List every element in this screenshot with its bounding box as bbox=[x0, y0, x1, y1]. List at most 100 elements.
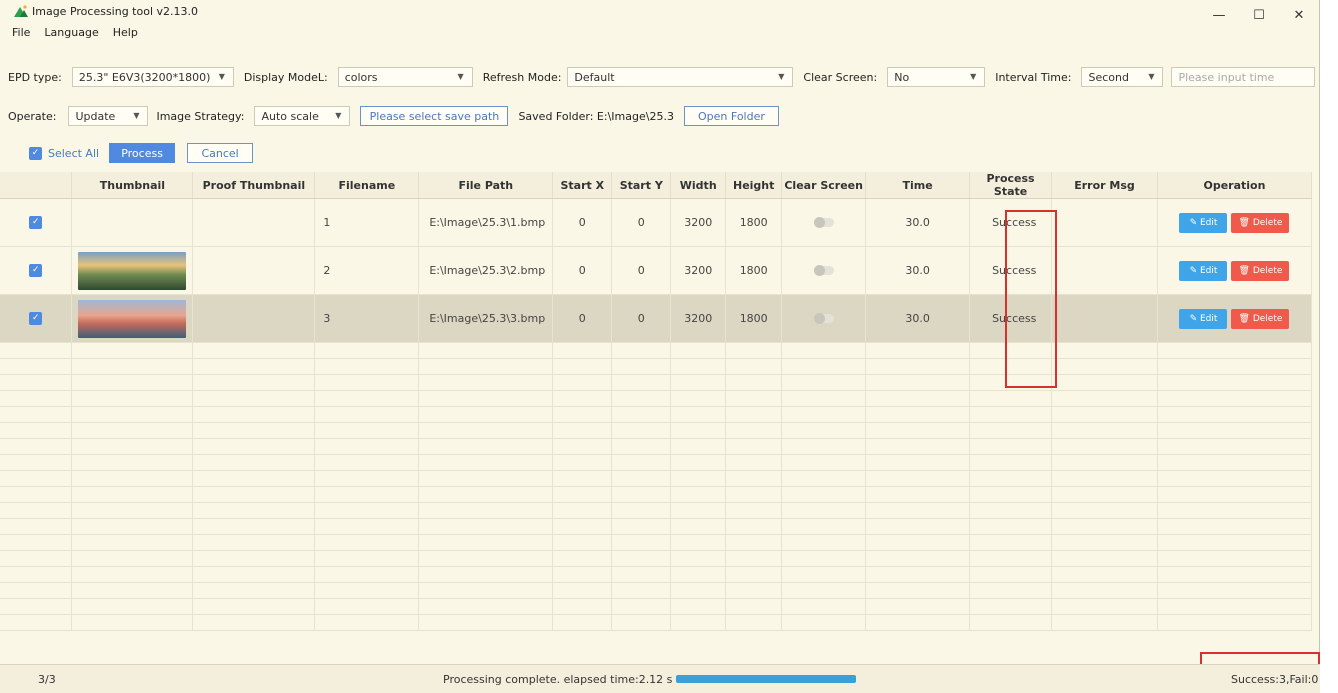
clear-screen-toggle[interactable] bbox=[813, 313, 834, 324]
minimize-button[interactable]: — bbox=[1199, 0, 1239, 30]
clear-screen-select[interactable]: No ▼ bbox=[887, 67, 986, 87]
close-button[interactable]: ✕ bbox=[1279, 0, 1319, 30]
col-header-check bbox=[0, 172, 73, 199]
empty-row bbox=[0, 534, 1313, 551]
table-header-row: Thumbnail Proof Thumbnail Filename File … bbox=[0, 172, 1313, 199]
delete-button[interactable]: 🗑 Delete bbox=[1231, 308, 1290, 329]
clear-screen-toggle[interactable] bbox=[813, 217, 834, 228]
thumbnail-cell bbox=[71, 198, 194, 247]
time-cell: 30.0 bbox=[865, 294, 971, 343]
process-button[interactable]: Process bbox=[109, 143, 176, 163]
empty-row bbox=[0, 390, 1313, 407]
refresh-mode-select[interactable]: Default ▼ bbox=[567, 67, 794, 87]
table-row[interactable]: ✓ 2 E:\Image\25.3\2.bmp 0 0 3200 1800 30… bbox=[0, 246, 1313, 295]
empty-row bbox=[0, 470, 1313, 487]
interval-time-label: Interval Time: bbox=[995, 70, 1072, 84]
width-cell: 3200 bbox=[670, 198, 727, 247]
col-header-proof-thumbnail[interactable]: Proof Thumbnail bbox=[192, 172, 316, 199]
edit-button[interactable]: ✎ Edit bbox=[1179, 212, 1228, 233]
empty-row bbox=[0, 358, 1313, 375]
chevron-down-icon: ▼ bbox=[133, 111, 140, 120]
trash-icon: 🗑 bbox=[1238, 313, 1253, 324]
start-y-cell: 0 bbox=[611, 198, 672, 247]
col-header-clear-screen[interactable]: Clear Screen bbox=[781, 172, 867, 199]
row-count: 3/3 bbox=[38, 673, 56, 686]
col-header-start-x[interactable]: Start X bbox=[552, 172, 613, 199]
height-cell: 1800 bbox=[725, 246, 783, 295]
operate-select[interactable]: Update ▼ bbox=[68, 106, 149, 126]
title-bar: Image Processing tool v2.13.0 bbox=[0, 0, 1319, 22]
cancel-button[interactable]: Cancel bbox=[187, 143, 254, 163]
col-header-operation[interactable]: Operation bbox=[1157, 172, 1313, 199]
select-all-checkbox[interactable]: ✓ bbox=[29, 146, 42, 160]
maximize-button[interactable]: ☐ bbox=[1239, 0, 1279, 30]
menu-bar: File Language Help bbox=[0, 22, 1319, 42]
start-y-cell: 0 bbox=[611, 246, 672, 295]
empty-row bbox=[0, 422, 1313, 439]
epd-type-label: EPD type: bbox=[8, 70, 62, 84]
delete-button[interactable]: 🗑 Delete bbox=[1231, 212, 1290, 233]
col-header-thumbnail[interactable]: Thumbnail bbox=[71, 172, 194, 199]
open-folder-button[interactable]: Open Folder bbox=[683, 106, 779, 126]
table-row[interactable]: ✓ 3 E:\Image\25.3\3.bmp 0 0 3200 1800 30… bbox=[0, 294, 1313, 343]
chevron-down-icon: ▼ bbox=[970, 72, 977, 81]
proof-thumbnail-cell bbox=[192, 294, 316, 343]
delete-button[interactable]: 🗑 Delete bbox=[1231, 260, 1290, 281]
app-logo-icon bbox=[14, 5, 28, 17]
edit-button[interactable]: ✎ Edit bbox=[1179, 308, 1228, 329]
chevron-down-icon: ▼ bbox=[335, 111, 342, 120]
row-checkbox[interactable]: ✓ bbox=[29, 216, 43, 229]
time-cell: 30.0 bbox=[865, 246, 971, 295]
col-header-file-path[interactable]: File Path bbox=[418, 172, 554, 199]
saved-folder-text: Saved Folder: E:\Image\25.3 bbox=[518, 109, 674, 123]
interval-time-input[interactable]: Please input time bbox=[1171, 67, 1316, 87]
pencil-icon: ✎ bbox=[1189, 265, 1200, 276]
filename-cell: 1 bbox=[314, 198, 420, 247]
file-path-cell: E:\Image\25.3\2.bmp bbox=[418, 246, 554, 295]
empty-row bbox=[0, 614, 1313, 631]
thumbnail-image bbox=[78, 251, 187, 290]
epd-type-select[interactable]: 25.3" E6V3(3200*1800) ▼ bbox=[71, 67, 234, 87]
clear-screen-value: No bbox=[894, 70, 910, 84]
table-row[interactable]: ✓ 1 E:\Image\25.3\1.bmp 0 0 3200 1800 30… bbox=[0, 198, 1313, 247]
menu-help[interactable]: Help bbox=[113, 26, 138, 39]
display-mode-label: Display ModeL: bbox=[243, 70, 328, 84]
filename-cell: 2 bbox=[314, 246, 420, 295]
empty-row bbox=[0, 598, 1313, 615]
height-cell: 1800 bbox=[725, 198, 783, 247]
error-msg-cell bbox=[1051, 198, 1158, 247]
toolbar-row-1: EPD type: 25.3" E6V3(3200*1800) ▼ Displa… bbox=[8, 67, 1316, 87]
col-header-start-y[interactable]: Start Y bbox=[611, 172, 672, 199]
width-cell: 3200 bbox=[670, 294, 727, 343]
select-all-label[interactable]: Select All bbox=[48, 147, 99, 160]
row-checkbox[interactable]: ✓ bbox=[29, 264, 43, 277]
interval-unit-select[interactable]: Second ▼ bbox=[1081, 67, 1164, 87]
file-table: Thumbnail Proof Thumbnail Filename File … bbox=[0, 172, 1313, 631]
image-strategy-select[interactable]: Auto scale ▼ bbox=[254, 106, 351, 126]
col-header-process-state[interactable]: Process State bbox=[969, 172, 1053, 199]
empty-row bbox=[0, 518, 1313, 535]
window-title: Image Processing tool v2.13.0 bbox=[32, 4, 199, 18]
clear-screen-toggle[interactable] bbox=[813, 265, 834, 276]
col-header-time[interactable]: Time bbox=[865, 172, 971, 199]
trash-icon: 🗑 bbox=[1238, 217, 1253, 228]
row-checkbox[interactable]: ✓ bbox=[29, 312, 43, 325]
pencil-icon: ✎ bbox=[1189, 313, 1200, 324]
empty-row bbox=[0, 502, 1313, 519]
menu-file[interactable]: File bbox=[12, 26, 30, 39]
select-save-path-button[interactable]: Please select save path bbox=[360, 106, 509, 126]
display-mode-select[interactable]: colors ▼ bbox=[337, 67, 473, 87]
col-header-filename[interactable]: Filename bbox=[314, 172, 420, 199]
menu-language[interactable]: Language bbox=[44, 26, 98, 39]
col-header-height[interactable]: Height bbox=[725, 172, 783, 199]
col-header-error-msg[interactable]: Error Msg bbox=[1051, 172, 1158, 199]
empty-row bbox=[0, 406, 1313, 423]
refresh-mode-label: Refresh Mode: bbox=[482, 70, 562, 84]
empty-row bbox=[0, 486, 1313, 503]
width-cell: 3200 bbox=[670, 246, 727, 295]
empty-row bbox=[0, 566, 1313, 583]
edit-button[interactable]: ✎ Edit bbox=[1179, 260, 1228, 281]
result-summary: Success:3,Fail:0 bbox=[1231, 673, 1319, 686]
col-header-width[interactable]: Width bbox=[670, 172, 727, 199]
empty-rows bbox=[0, 342, 1313, 631]
